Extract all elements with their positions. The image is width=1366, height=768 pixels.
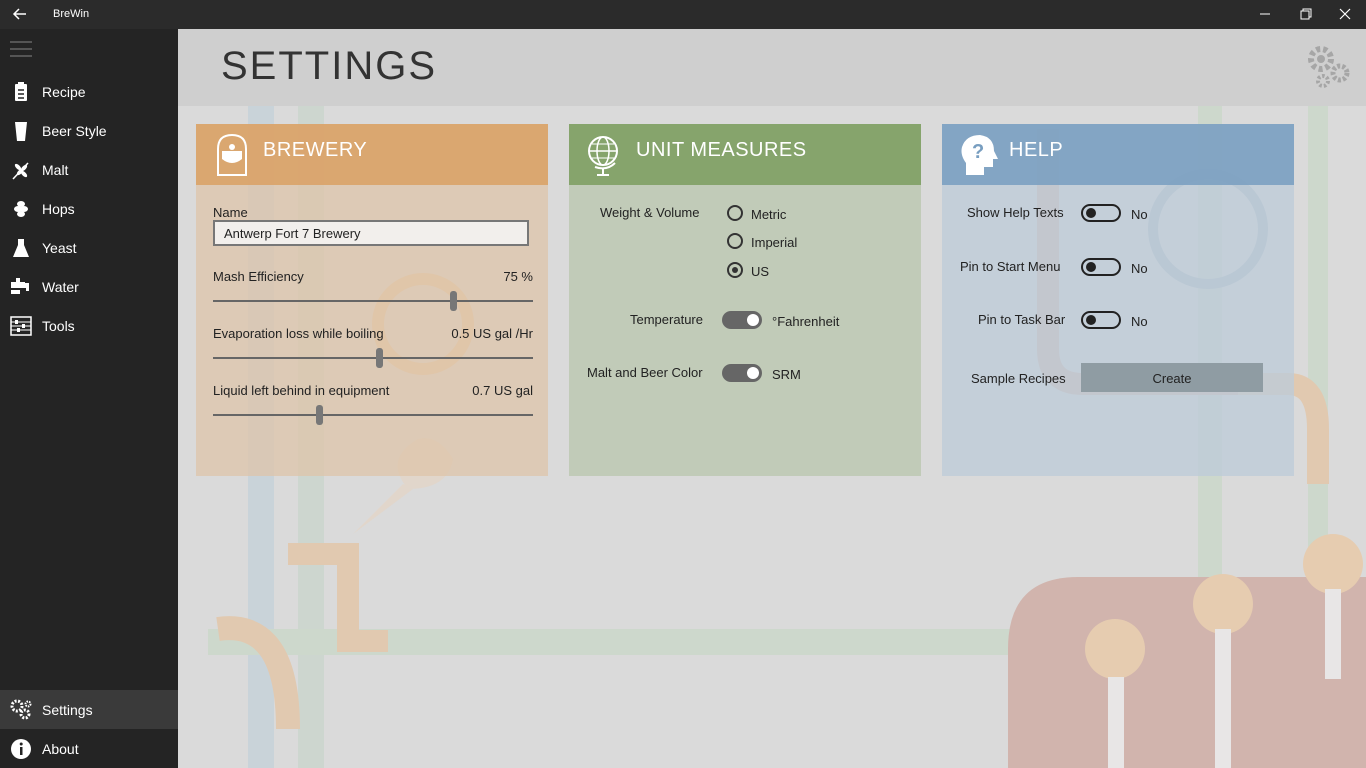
sidebar-item-label: Settings [42, 702, 93, 718]
sidebar-item-label: Recipe [42, 84, 86, 100]
liquid-left-label: Liquid left behind in equipment [213, 383, 390, 398]
sidebar-item-label: Hops [42, 201, 75, 217]
brewer-woman-icon [212, 133, 252, 177]
wheat-icon [10, 159, 32, 181]
mash-efficiency-label: Mash Efficiency [213, 269, 304, 284]
brewery-name-input[interactable] [213, 220, 529, 246]
show-help-texts-toggle[interactable] [1081, 204, 1121, 222]
evaporation-loss-thumb[interactable] [376, 348, 383, 368]
sidebar-item-yeast[interactable]: Yeast [0, 228, 178, 267]
toggle-knob [747, 367, 759, 379]
pin-start-label: Pin to Start Menu [960, 259, 1061, 274]
temperature-toggle[interactable] [722, 311, 762, 329]
abacus-icon [10, 315, 32, 337]
radio-us-label: US [751, 264, 770, 279]
sidebar-item-label: Water [42, 279, 79, 295]
sidebar-item-beer-style[interactable]: Beer Style [0, 111, 178, 150]
radio-us[interactable] [727, 262, 743, 278]
radio-metric-label: Metric [751, 207, 787, 222]
sidebar-item-about[interactable]: About [0, 729, 178, 768]
globe-icon [585, 133, 625, 177]
brewery-panel-header: BREWERY [196, 124, 548, 185]
help-title: HELP [1009, 139, 1064, 161]
sidebar-item-label: About [42, 741, 79, 757]
hop-icon [10, 198, 32, 220]
color-unit-toggle[interactable] [722, 364, 762, 382]
temperature-value: °Fahrenheit [772, 314, 840, 329]
sidebar-item-label: Tools [42, 318, 75, 334]
clipboard-icon [10, 81, 32, 103]
close-icon[interactable] [1330, 3, 1360, 25]
pin-start-value: No [1131, 261, 1148, 276]
evaporation-loss-value: 0.5 US gal /Hr [451, 326, 533, 341]
weight-volume-label: Weight & Volume [600, 205, 700, 220]
mash-efficiency-value: 75 % [503, 269, 533, 284]
pin-start-toggle[interactable] [1081, 258, 1121, 276]
hamburger-menu-icon[interactable] [10, 41, 32, 59]
toggle-knob [747, 314, 759, 326]
create-sample-recipes-button[interactable]: Create [1081, 363, 1263, 392]
name-label: Name [213, 205, 248, 220]
app-title: BreWin [53, 8, 90, 20]
sidebar-item-water[interactable]: Water [0, 267, 178, 306]
sidebar-item-label: Yeast [42, 240, 77, 256]
sidebar-item-malt[interactable]: Malt [0, 150, 178, 189]
title-bar: BreWin [0, 0, 1366, 29]
evaporation-loss-label: Evaporation loss while boiling [213, 326, 384, 341]
temperature-label: Temperature [630, 312, 703, 327]
brewery-panel: BREWERY Name Mash Efficiency 75 % Evapor… [196, 124, 548, 476]
sidebar-bottom-nav: Settings About [0, 690, 178, 768]
toggle-knob [1086, 315, 1096, 325]
glass-icon [10, 120, 32, 142]
page-title: SETTINGS [221, 44, 438, 88]
sidebar-item-label: Malt [42, 162, 69, 178]
gears-icon [10, 699, 32, 721]
sidebar-nav: Recipe Beer Style Malt Hops Yeast Water … [0, 72, 178, 345]
malt-beer-color-label: Malt and Beer Color [587, 365, 703, 380]
pin-taskbar-label: Pin to Task Bar [978, 312, 1066, 327]
toggle-knob [1086, 208, 1096, 218]
svg-text:?: ? [972, 141, 984, 163]
sidebar-item-recipe[interactable]: Recipe [0, 72, 178, 111]
pin-taskbar-toggle[interactable] [1081, 311, 1121, 329]
sidebar-item-label: Beer Style [42, 123, 107, 139]
brewery-title: BREWERY [263, 139, 368, 161]
liquid-left-value: 0.7 US gal [472, 383, 533, 398]
mash-efficiency-slider[interactable] [213, 291, 533, 311]
restore-icon[interactable] [1290, 3, 1320, 25]
minimize-icon[interactable] [1250, 3, 1280, 25]
sidebar-item-tools[interactable]: Tools [0, 306, 178, 345]
liquid-left-thumb[interactable] [316, 405, 323, 425]
main-content: SETTINGS BREWERY Name Mash Efficiency 75… [178, 29, 1366, 768]
sidebar: Recipe Beer Style Malt Hops Yeast Water … [0, 29, 178, 768]
unit-measures-panel: UNIT MEASURES Weight & Volume Metric Imp… [569, 124, 921, 476]
sidebar-item-hops[interactable]: Hops [0, 189, 178, 228]
toggle-knob [1086, 262, 1096, 272]
pin-taskbar-value: No [1131, 314, 1148, 329]
flask-icon [10, 237, 32, 259]
mash-efficiency-thumb[interactable] [450, 291, 457, 311]
help-head-icon: ? [958, 133, 998, 177]
show-help-texts-value: No [1131, 207, 1148, 222]
unit-measures-panel-header: UNIT MEASURES [569, 124, 921, 185]
sample-recipes-label: Sample Recipes [971, 371, 1066, 386]
sidebar-item-settings[interactable]: Settings [0, 690, 178, 729]
color-unit-value: SRM [772, 367, 801, 382]
evaporation-loss-slider[interactable] [213, 348, 533, 368]
help-panel: ? HELP Show Help Texts No Pin to Start M… [942, 124, 1294, 476]
gears-icon [1303, 43, 1351, 91]
help-panel-header: ? HELP [942, 124, 1294, 185]
liquid-left-slider[interactable] [213, 405, 533, 425]
radio-metric[interactable] [727, 205, 743, 221]
page-header: SETTINGS [178, 29, 1366, 106]
unit-measures-title: UNIT MEASURES [636, 139, 807, 161]
back-arrow-icon[interactable] [8, 4, 32, 24]
info-icon [10, 738, 32, 760]
radio-imperial[interactable] [727, 233, 743, 249]
show-help-texts-label: Show Help Texts [967, 205, 1064, 220]
faucet-icon [10, 276, 32, 298]
radio-imperial-label: Imperial [751, 235, 798, 250]
